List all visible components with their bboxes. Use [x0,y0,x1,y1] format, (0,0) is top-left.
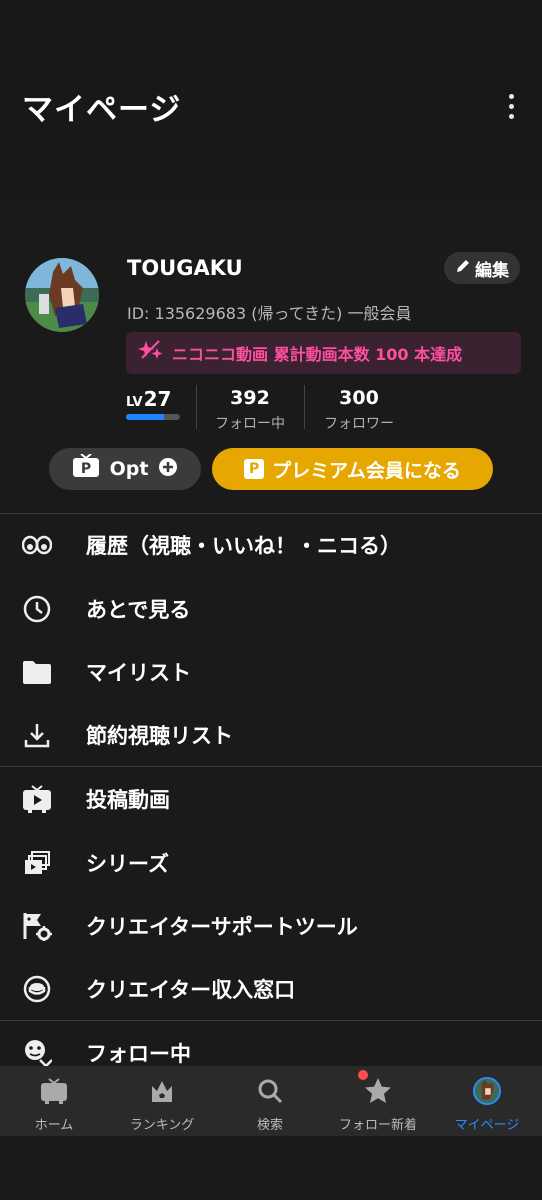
premium-label: プレミアム会員になる [272,459,461,482]
section-divider [0,766,542,767]
menu-label: フォロー中 [86,1042,191,1066]
creator-tools-icon [22,911,52,941]
nav-item-search[interactable]: 検索 [216,1066,324,1136]
coin-icon [22,974,52,1004]
achievement-banner[interactable]: ニコニコ動画 累計動画本数 100 本達成 [126,332,521,374]
followers-stat[interactable]: 300 フォロワー [309,387,409,433]
menu-label: クリエイターサポートツール [86,915,358,939]
app-header: マイページ [0,0,542,200]
menu-label: クリエイター収入窓口 [86,978,296,1002]
following-label: フォロー中 [215,416,285,432]
level-display: LV27 [126,387,172,411]
eyes-icon [22,530,52,560]
following-count: 392 [230,387,270,409]
nav-item-ranking[interactable]: ランキング [108,1066,216,1136]
menu-item-watch-later[interactable]: あとで見る [0,578,542,640]
menu-item-mylist[interactable]: マイリスト [0,641,542,703]
nav-item-follow-updates[interactable]: フォロー新着 [324,1066,432,1136]
menu-label: マイリスト [86,661,191,685]
tv-play-icon [22,784,52,814]
menu-label: シリーズ [86,852,169,876]
bottom-navigation: ホーム ランキング 検索 フォロー新着 マイページ [0,1066,542,1136]
menu-item-series[interactable]: シリーズ [0,832,542,894]
system-bar-area [0,1136,542,1200]
menu-item-history[interactable]: 履歴（視聴・いいね！・ニコる） [0,514,542,576]
pencil-icon [455,258,471,279]
avatar-icon [473,1077,501,1105]
stats-divider [196,385,197,429]
followers-label: フォロワー [324,416,394,432]
opt-label: Opt [109,458,149,480]
menu-item-offline-list[interactable]: 節約視聴リスト [0,704,542,766]
level-progress-bar [126,414,180,420]
download-icon [22,720,52,750]
series-icon [22,848,52,878]
nav-item-mypage[interactable]: マイページ [432,1066,542,1136]
star-icon [364,1077,392,1105]
notification-dot [358,1070,368,1080]
profile-section: TOUGAKU 編集 ID: 135629683 (帰ってきた) 一般会員 ニコ… [0,200,542,510]
svg-text:P: P [80,461,90,477]
plus-circle-icon [158,457,178,482]
username: TOUGAKU [127,256,243,280]
nicopoint-tv-icon: P [72,452,100,485]
menu-item-creator-support-tools[interactable]: クリエイターサポートツール [0,895,542,957]
stats-row: LV27 392 フォロー中 300 フォロワー [126,383,426,433]
achievement-text: ニコニコ動画 累計動画本数 100 本達成 [172,345,463,364]
menu-item-creator-income[interactable]: クリエイター収入窓口 [0,958,542,1020]
search-icon [256,1077,284,1105]
edit-label: 編集 [475,260,509,281]
more-options-icon[interactable] [504,94,518,120]
nav-item-home[interactable]: ホーム [0,1066,108,1136]
follow-icon [22,1038,52,1068]
nav-label: フォロー新着 [338,1118,417,1133]
tv-icon [40,1077,68,1105]
stats-divider [304,385,305,429]
menu-label: あとで見る [86,598,191,622]
opt-button[interactable]: P Opt [49,448,201,490]
user-avatar[interactable] [25,258,99,332]
crown-icon [148,1077,176,1105]
following-stat[interactable]: 392 フォロー中 [200,387,300,433]
sparkle-icon [138,338,164,368]
section-divider [0,1020,542,1021]
menu-label: 節約視聴リスト [86,724,233,748]
edit-profile-button[interactable]: 編集 [444,252,520,284]
menu-label: 投稿動画 [86,788,170,812]
premium-badge-icon: P [244,459,265,479]
menu-label: 履歴（視聴・いいね！・ニコる） [86,534,401,558]
page-title: マイページ [22,92,182,128]
clock-icon [22,594,52,624]
user-id: ID: 135629683 (帰ってきた) 一般会員 [127,304,412,323]
folder-icon [22,657,52,687]
nav-label: ランキング [129,1118,195,1133]
premium-signup-button[interactable]: P プレミアム会員になる [212,448,493,490]
menu-item-uploaded-videos[interactable]: 投稿動画 [0,768,542,830]
nav-label: 検索 [256,1118,283,1133]
level-progress-fill [126,414,164,420]
followers-count: 300 [339,387,379,409]
nav-label: マイページ [454,1118,520,1133]
nav-label: ホーム [34,1118,74,1133]
